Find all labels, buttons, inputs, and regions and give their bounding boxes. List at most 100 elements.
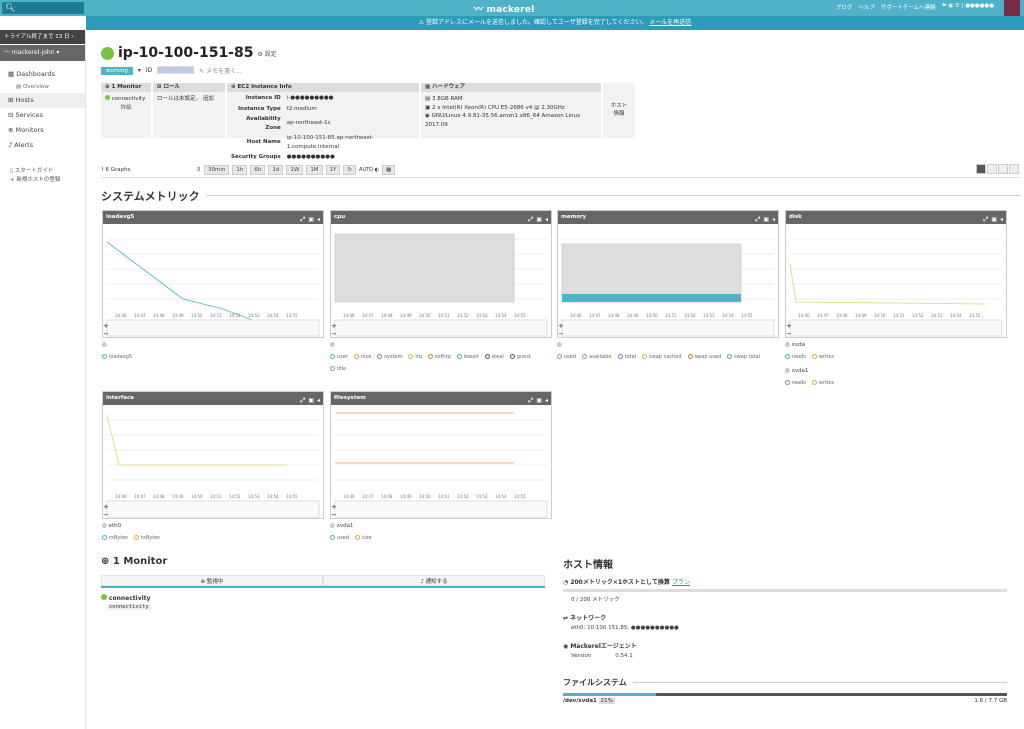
sidebar-item-services[interactable]: ⊟ Services	[0, 108, 85, 123]
camera-icon[interactable]: ▣	[536, 213, 542, 226]
memo-link[interactable]: ✎ メモを書く...	[199, 66, 242, 75]
zoom-in-icon[interactable]: +	[786, 322, 792, 330]
tab-monitoring[interactable]: ⊕ 監視中	[101, 575, 323, 586]
settings-link[interactable]: ⚙ 設定	[257, 49, 276, 58]
legend-item[interactable]: writes	[811, 354, 834, 360]
legend-item[interactable]: swap used	[687, 354, 721, 360]
legend-item[interactable]: softirq	[427, 354, 451, 360]
legend-item[interactable]: nice	[353, 354, 371, 360]
resend-email-link[interactable]: メールを再送信	[649, 19, 691, 26]
zoom-out-icon[interactable]: −	[103, 330, 109, 338]
expand-icon[interactable]: ⤢	[301, 394, 306, 407]
legend-item[interactable]: steal	[484, 354, 504, 360]
sidebar-item-hosts[interactable]: ⊞ Hosts	[0, 93, 85, 108]
plan-link[interactable]: プラン	[672, 579, 690, 586]
legend-item[interactable]: system	[377, 354, 402, 360]
camera-icon[interactable]: ▣	[308, 394, 314, 407]
support-link[interactable]: サポートチームへ連絡	[881, 3, 936, 11]
legend-item[interactable]: available	[582, 354, 612, 360]
graph-plot[interactable]: 14:46 14:47 14:48 14:49 14:50 14:51 14:52 14:53…	[103, 405, 323, 519]
layout-1col-button[interactable]	[976, 164, 986, 174]
tab-notify[interactable]: ♪ 通知する	[323, 575, 545, 586]
user-menu[interactable]: ⚑ ◉ ☰ | ●●●●●●	[942, 3, 994, 11]
share-icon[interactable]: ◂	[317, 213, 320, 226]
monitor-box-item[interactable]: connectivity	[105, 95, 147, 104]
legend-item[interactable]: reads	[785, 380, 806, 386]
graph-plot[interactable]: 14:46 14:47 14:48 14:49 14:50 14:51 14:52 14:53…	[331, 224, 551, 338]
sidebar-item-monitors[interactable]: ⊕ Monitors	[0, 123, 85, 138]
sidebar-item-dashboards[interactable]: ▦ Dashboards	[0, 67, 85, 82]
start-guide-link[interactable]: ▯ スタートガイド	[10, 167, 85, 176]
refresh-button[interactable]: ↻	[343, 164, 357, 175]
legend-item[interactable]: swap cached	[642, 354, 682, 360]
org-selector[interactable]: 〰 mackerel-john ▾	[0, 45, 85, 61]
graph-plot[interactable]: 14:46 14:47 14:48 14:49 14:50 14:51 14:52 14:53…	[331, 405, 551, 519]
options-icon[interactable]: ◎	[557, 342, 562, 348]
add-host-link[interactable]: + 新規ホストの登録	[10, 176, 85, 185]
legend-item[interactable]: rxBytes	[102, 535, 128, 541]
trial-banner[interactable]: トライアル終了まで 13 日 ›	[0, 30, 85, 44]
zoom-in-icon[interactable]: +	[558, 322, 564, 330]
graphs-select[interactable]: ⌇ 6 Graphs ⇕	[101, 167, 201, 173]
expand-icon[interactable]: ⤢	[301, 213, 306, 226]
legend-item[interactable]: guest	[509, 354, 531, 360]
host-info-button[interactable]: ホスト 情報	[603, 83, 635, 138]
layout-2col-button[interactable]	[987, 164, 997, 174]
share-icon[interactable]: ◂	[317, 394, 320, 407]
legend-item[interactable]: size	[355, 535, 372, 541]
zoom-in-icon[interactable]: +	[103, 503, 109, 511]
monitor-item[interactable]: connectivity connectivity	[101, 594, 545, 610]
range-navigator[interactable]	[106, 500, 320, 518]
layout-4col-button[interactable]	[1009, 164, 1019, 174]
range-1y[interactable]: 1Y	[325, 164, 341, 175]
share-icon[interactable]: ◂	[545, 213, 548, 226]
range-navigator[interactable]	[561, 319, 775, 337]
legend-item[interactable]: iowait	[456, 354, 479, 360]
camera-icon[interactable]: ▣	[991, 213, 997, 226]
zoom-out-icon[interactable]: −	[103, 511, 109, 519]
sidebar-item-overview[interactable]: ▤ Overview	[0, 82, 85, 93]
graph-plot[interactable]: 14:46 14:47 14:48 14:49 14:50 14:51 14:52 14:53…	[558, 224, 778, 338]
zoom-in-icon[interactable]: +	[331, 503, 337, 511]
legend-item[interactable]: used	[330, 535, 349, 541]
zoom-out-icon[interactable]: −	[331, 330, 337, 338]
legend-item[interactable]: writes	[811, 380, 834, 386]
grid-button[interactable]: ▦	[382, 164, 396, 175]
legend-item[interactable]: swap total	[727, 354, 760, 360]
help-link[interactable]: ヘルプ	[858, 3, 875, 11]
zoom-in-icon[interactable]: +	[331, 322, 337, 330]
expand-icon[interactable]: ⤢	[529, 213, 534, 226]
range-1w[interactable]: 1W	[286, 164, 304, 175]
legend-item[interactable]: idle	[330, 366, 346, 372]
range-navigator[interactable]	[106, 319, 320, 337]
legend-item[interactable]: irq	[408, 354, 422, 360]
legend-item[interactable]: reads	[785, 354, 806, 360]
camera-icon[interactable]: ▣	[536, 394, 542, 407]
add-role-link[interactable]: 追加	[203, 96, 214, 102]
legend-item[interactable]: loadavg5	[102, 354, 132, 360]
options-icon[interactable]: ◎	[330, 342, 335, 348]
monitor-detail-link[interactable]: 詳細	[105, 104, 147, 113]
zoom-in-icon[interactable]: +	[103, 322, 109, 330]
layout-3col-button[interactable]	[998, 164, 1008, 174]
range-30min[interactable]: 30min	[204, 164, 230, 175]
expand-icon[interactable]: ⤢	[529, 394, 534, 407]
range-6h[interactable]: 6h	[250, 164, 266, 175]
sidebar-item-alerts[interactable]: ♪ Alerts	[0, 138, 85, 153]
range-navigator[interactable]	[334, 319, 548, 337]
avatar[interactable]	[1004, 0, 1020, 16]
legend-item[interactable]: user	[330, 354, 348, 360]
legend-item[interactable]: used	[557, 354, 576, 360]
camera-icon[interactable]: ▣	[763, 213, 769, 226]
share-icon[interactable]: ◂	[772, 213, 775, 226]
status-badge[interactable]: working	[101, 66, 133, 75]
dropdown-icon[interactable]: ▾	[138, 67, 141, 74]
graph-plot[interactable]: 14:46 14:47 14:48 14:49 14:50 14:51 14:52 14:53…	[103, 224, 323, 338]
auto-toggle[interactable]: AUTO ◐	[359, 167, 379, 173]
logo[interactable]: 〰 mackerel	[474, 2, 534, 15]
range-1m[interactable]: 1M	[306, 164, 323, 175]
zoom-out-icon[interactable]: −	[331, 511, 337, 519]
range-1d[interactable]: 1d	[268, 164, 284, 175]
legend-item[interactable]: total	[617, 354, 636, 360]
range-navigator[interactable]	[334, 500, 548, 518]
